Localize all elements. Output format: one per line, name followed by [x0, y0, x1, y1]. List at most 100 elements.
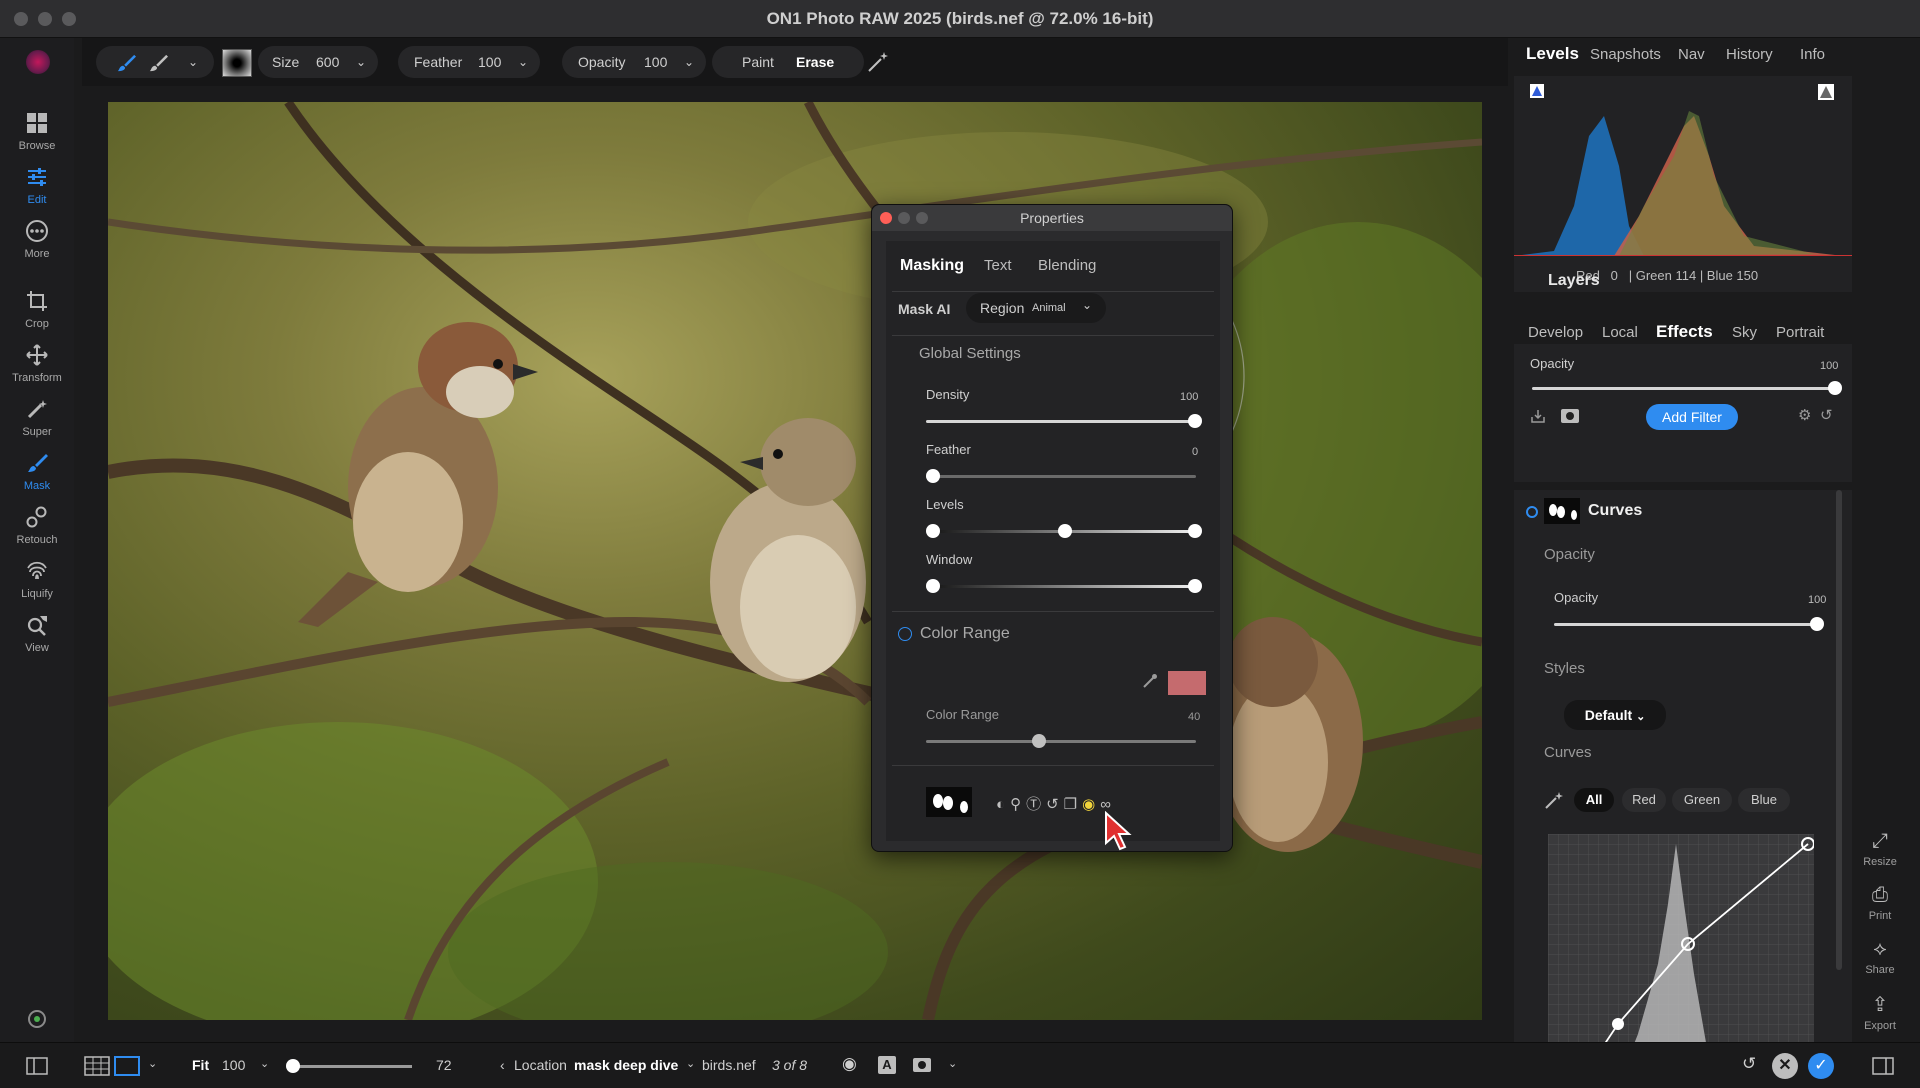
- effects-opacity-slider-handle[interactable]: [1828, 381, 1842, 395]
- location-value[interactable]: mask deep dive: [574, 1057, 678, 1073]
- color-range-toggle[interactable]: [898, 627, 912, 641]
- chevron-down-icon[interactable]: ⌄: [148, 1057, 157, 1070]
- density-value[interactable]: 100: [1180, 391, 1198, 403]
- color-range-value[interactable]: 40: [1188, 711, 1200, 723]
- minimize-dialog-button[interactable]: [898, 212, 910, 224]
- tool-browse[interactable]: Browse: [0, 112, 74, 152]
- levels-white-handle[interactable]: [1188, 524, 1202, 538]
- paint-option[interactable]: Paint: [742, 46, 774, 78]
- tool-more[interactable]: More: [0, 220, 74, 260]
- zoom-preset-value[interactable]: 100: [222, 1057, 245, 1073]
- tool-view[interactable]: View: [0, 614, 74, 654]
- tab-portrait[interactable]: Portrait: [1776, 324, 1824, 341]
- share-button[interactable]: ⟡ Share: [1840, 938, 1920, 976]
- tab-develop[interactable]: Develop: [1528, 324, 1583, 341]
- color-range-swatch[interactable]: [1168, 671, 1206, 695]
- levels-black-handle[interactable]: [926, 524, 940, 538]
- properties-dialog[interactable]: Properties Masking Text Blending Mask AI…: [871, 204, 1233, 852]
- tab-local[interactable]: Local: [1602, 324, 1638, 341]
- effects-opacity-value[interactable]: 100: [1820, 360, 1838, 372]
- tool-super[interactable]: Super: [0, 398, 74, 438]
- tab-levels[interactable]: Levels: [1526, 44, 1579, 64]
- filter-enable-toggle[interactable]: [1526, 506, 1538, 518]
- tab-nav[interactable]: Nav: [1678, 46, 1705, 63]
- curve-channel-red[interactable]: Red: [1622, 788, 1666, 812]
- grid-view-icon[interactable]: [84, 1056, 110, 1076]
- tab-effects[interactable]: Effects: [1656, 322, 1713, 342]
- invert-mask-icon[interactable]: ◐: [996, 796, 1010, 813]
- export-button[interactable]: ⇪ Export: [1840, 992, 1920, 1032]
- tab-blending[interactable]: Blending: [1038, 257, 1096, 274]
- tool-liquify[interactable]: Liquify: [0, 560, 74, 600]
- left-panel-toggle-icon[interactable]: [26, 1057, 48, 1075]
- reset-icon[interactable]: ↺: [1820, 406, 1833, 424]
- opacity-value[interactable]: 100: [644, 46, 667, 78]
- styles-header[interactable]: Styles: [1544, 660, 1585, 677]
- styles-dropdown[interactable]: Default ⌄: [1564, 700, 1666, 730]
- auto-curve-wand-icon[interactable]: [1544, 790, 1564, 810]
- wand-icon[interactable]: [866, 50, 890, 74]
- chevron-down-icon[interactable]: ⌄: [260, 1057, 269, 1070]
- tab-sky[interactable]: Sky: [1732, 324, 1757, 341]
- filter-opacity-header[interactable]: Opacity: [1544, 546, 1595, 563]
- zoom-value[interactable]: 72: [436, 1057, 452, 1073]
- resize-button[interactable]: ⤢ Resize: [1840, 830, 1920, 868]
- filter-opacity-slider-handle[interactable]: [1810, 617, 1824, 631]
- close-dialog-button[interactable]: [880, 212, 892, 224]
- text-mask-icon[interactable]: Ⓣ: [1026, 796, 1046, 813]
- brush-mode-selector[interactable]: ⌄: [96, 46, 214, 78]
- plugin-status-icon[interactable]: [26, 1008, 48, 1030]
- mask-view-icon[interactable]: [912, 1056, 932, 1074]
- feather-value[interactable]: 0: [1192, 446, 1198, 458]
- tool-edit[interactable]: Edit: [0, 166, 74, 206]
- print-button[interactable]: ⎙ Print: [1840, 884, 1920, 922]
- curves-header[interactable]: Curves: [1544, 744, 1592, 761]
- color-range-slider-handle[interactable]: [1032, 734, 1046, 748]
- paste-mask-icon[interactable]: ◉: [1082, 796, 1100, 813]
- opacity-control[interactable]: Opacity 100 ⌄: [562, 46, 706, 78]
- import-icon[interactable]: [1530, 408, 1546, 424]
- tab-history[interactable]: History: [1726, 46, 1773, 63]
- erase-option[interactable]: Erase: [796, 46, 834, 78]
- layers-header[interactable]: Layers: [1548, 272, 1600, 290]
- global-settings-header[interactable]: Global Settings: [919, 345, 1021, 362]
- effects-opacity-slider-track[interactable]: [1532, 387, 1838, 390]
- tab-text[interactable]: Text: [984, 257, 1012, 274]
- curve-channel-green[interactable]: Green: [1672, 788, 1732, 812]
- cancel-button[interactable]: ✕: [1772, 1053, 1798, 1079]
- lightbulb-icon[interactable]: ⚲: [1010, 796, 1026, 813]
- curve-channel-all[interactable]: All: [1574, 788, 1614, 812]
- window-high-handle[interactable]: [1188, 579, 1202, 593]
- color-range-slider-track[interactable]: [926, 740, 1196, 743]
- size-value[interactable]: 600: [316, 46, 339, 78]
- chevron-down-icon[interactable]: ⌄: [686, 1057, 695, 1070]
- feather-value[interactable]: 100: [478, 46, 501, 78]
- tool-crop[interactable]: Crop: [0, 290, 74, 330]
- gear-icon[interactable]: ⚙: [1798, 406, 1811, 424]
- filter-opacity-slider-track[interactable]: [1554, 623, 1816, 626]
- mask-icon[interactable]: [1560, 408, 1580, 424]
- size-control[interactable]: Size 600 ⌄: [258, 46, 378, 78]
- undo-icon[interactable]: ↺: [1046, 796, 1064, 813]
- image-canvas[interactable]: [108, 102, 1482, 1020]
- paint-erase-toggle[interactable]: Paint Erase: [712, 46, 864, 78]
- eyedropper-icon[interactable]: [1142, 673, 1158, 689]
- filter-opacity-value[interactable]: 100: [1808, 594, 1826, 606]
- eye-icon[interactable]: ◉: [842, 1054, 857, 1074]
- filter-mask-thumbnail[interactable]: [1544, 498, 1580, 524]
- feather-control[interactable]: Feather 100 ⌄: [398, 46, 540, 78]
- levels-mid-handle[interactable]: [1058, 524, 1072, 538]
- density-slider-track[interactable]: [926, 420, 1196, 423]
- feather-slider-track[interactable]: [926, 475, 1196, 478]
- fit-button[interactable]: Fit: [192, 1057, 209, 1073]
- tool-retouch[interactable]: Retouch: [0, 506, 74, 546]
- tab-snapshots[interactable]: Snapshots: [1590, 46, 1661, 63]
- zoom-dialog-button[interactable]: [916, 212, 928, 224]
- brush-preview-swatch[interactable]: [222, 49, 252, 77]
- chevron-left-icon[interactable]: ‹: [500, 1057, 505, 1073]
- color-range-header[interactable]: Color Range: [920, 625, 1010, 643]
- right-panel-toggle-icon[interactable]: [1872, 1057, 1894, 1075]
- zoom-slider-handle[interactable]: [286, 1059, 300, 1073]
- region-selector[interactable]: Region Animal ⌄: [966, 293, 1106, 323]
- apply-button[interactable]: ✓: [1808, 1053, 1834, 1079]
